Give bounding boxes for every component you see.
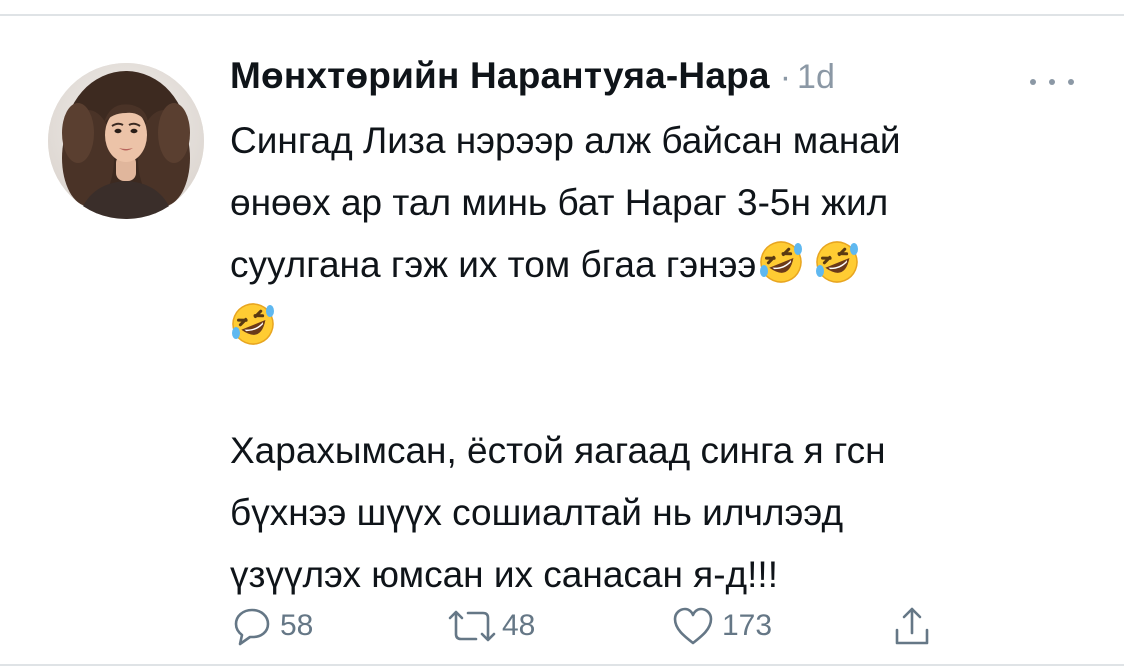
tweet-line: Сингад Лиза нэрээр алж байсан манай [230,120,901,161]
tweet-line [230,296,1060,358]
retweet-icon [448,610,496,642]
tweet-actions: 58 48 173 [230,604,970,648]
rofl-emoji-icon [814,239,860,285]
rofl-emoji-icon [230,301,276,347]
meta-separator: · [779,58,792,96]
tweet-text: Сингад Лиза нэрээр алж байсан манай өнөө… [230,110,1060,606]
tweet-header: Мөнхтөрийн Нарантуяа-Нара · 1d [230,55,835,103]
tweet-line: өнөөх ар тал минь бат Нараг 3-5н жил [230,182,889,223]
reply-button[interactable]: 58 [230,604,313,648]
avatar-image [48,63,204,219]
share-icon [895,607,929,645]
retweet-button[interactable]: 48 [442,604,535,648]
share-button[interactable] [890,604,934,648]
bottom-divider [0,664,1124,666]
tweet-line: суулгана гэж их том бгаа гэнээ [230,234,1060,296]
tweet-line: үзүүлэх юмсан их санасан я-д!!! [230,554,778,595]
author-name[interactable]: Мөнхтөрийн Нарантуяа-Нара [230,55,770,97]
more-dot-icon [1049,79,1055,85]
avatar[interactable] [48,63,204,219]
reply-icon [234,608,270,646]
tweet-line: бүхнээ шүүх сошиалтай нь илчлээд [230,492,844,533]
more-dot-icon [1030,79,1036,85]
like-button[interactable]: 173 [670,604,772,648]
timestamp[interactable]: 1d [797,58,835,97]
tweet[interactable]: Мөнхтөрийн Нарантуяа-Нара · 1d Сингад Ли… [0,16,1124,664]
heart-icon [673,607,713,645]
more-dot-icon [1068,79,1074,85]
tweet-line-text: суулгана гэж их том бгаа гэнээ [230,244,757,285]
more-options-button[interactable] [1030,72,1074,92]
reply-count: 58 [280,609,314,642]
like-count: 173 [722,609,773,642]
retweet-count: 48 [502,609,536,642]
tweet-line: Харахымсан, ёстой яагаад синга я гсн [230,430,886,471]
rofl-emoji-icon [758,239,804,285]
